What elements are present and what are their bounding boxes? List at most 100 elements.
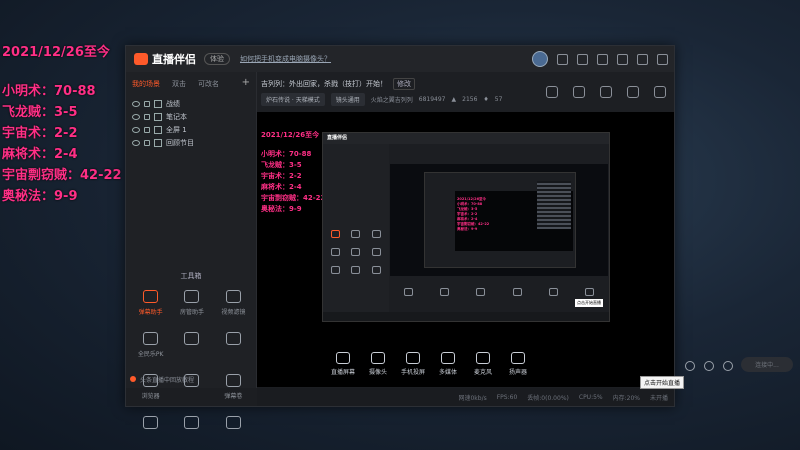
deep-recursion bbox=[537, 181, 571, 229]
sidebar-footer[interactable]: 头条直播中回放教程 bbox=[126, 370, 256, 388]
nested-line: 奥秘法：9-9 bbox=[261, 205, 302, 213]
start-live-button[interactable]: 连接中... bbox=[741, 357, 793, 372]
status-bar: 网速0kb/s FPS:60 丢帧:0(0.00%) CPU:5% 内存:20%… bbox=[257, 388, 674, 406]
memory-usage: 内存:20% bbox=[612, 394, 640, 402]
gear-icon[interactable] bbox=[723, 361, 733, 371]
bell-icon[interactable] bbox=[627, 86, 639, 98]
eye-icon[interactable] bbox=[132, 139, 140, 146]
tab-rename[interactable]: 可改名 bbox=[198, 79, 219, 89]
title-bar: 直播伴侣 体验 如何把手机变成电脑摄像头？ bbox=[126, 46, 674, 72]
lock-icon[interactable] bbox=[144, 139, 150, 146]
deep-app-capture: 2021/12/26至今 小明术：70-88 飞龙贼：3-5 宇宙术：2-2 麻… bbox=[424, 172, 576, 268]
tool-button[interactable] bbox=[213, 416, 254, 433]
category-pill[interactable]: 炉石传说 · 天梯模式 bbox=[261, 93, 325, 106]
eye-icon[interactable] bbox=[704, 361, 714, 371]
record-icon[interactable] bbox=[685, 361, 695, 371]
microphone-icon bbox=[476, 352, 490, 364]
phone-icon bbox=[406, 352, 420, 364]
add-scene-button[interactable]: + bbox=[242, 78, 250, 89]
shield-icon bbox=[143, 332, 159, 345]
nested-line: 宇宙剽窃贼：42-22 bbox=[261, 194, 326, 202]
tab-my-scenes[interactable]: 我的场景 bbox=[132, 79, 160, 89]
overlay-line: 宇宙术：2-2 bbox=[2, 126, 78, 141]
speaker-button[interactable]: 扬声器 bbox=[506, 352, 530, 376]
nested-line: 麻将术：2-4 bbox=[261, 183, 302, 191]
edit-title-button[interactable]: 修改 bbox=[393, 78, 415, 90]
lock-icon[interactable] bbox=[144, 100, 150, 107]
logo-icon bbox=[134, 53, 148, 65]
phone-cast-button[interactable]: 手机投屏 bbox=[401, 352, 425, 376]
list-item[interactable]: 全屏 1 bbox=[126, 123, 256, 136]
more-icon[interactable] bbox=[654, 86, 666, 98]
room-id: 6819497 bbox=[418, 96, 446, 103]
microphone-button[interactable]: 麦克风 bbox=[471, 352, 495, 376]
notice-link[interactable]: 如何把手机变成电脑摄像头？ bbox=[240, 54, 331, 64]
speaker-icon bbox=[511, 352, 525, 364]
screen-capture-button[interactable]: 直播屏幕 bbox=[331, 352, 355, 376]
settings-icon[interactable] bbox=[577, 53, 588, 65]
scene-list: 战绩 笔记本 全屏 1 回顾节目 bbox=[126, 97, 256, 149]
avatar[interactable] bbox=[532, 51, 548, 67]
nested-tool-icon bbox=[351, 266, 361, 274]
nested-tooltip: 点击开始直播 bbox=[575, 299, 603, 307]
lock-icon[interactable] bbox=[144, 126, 150, 133]
toolbox-title: 工具箱 bbox=[180, 272, 202, 280]
pk-button[interactable]: 全民乐PK bbox=[130, 332, 171, 358]
layout-icon[interactable] bbox=[546, 86, 558, 98]
camera-icon bbox=[371, 352, 385, 364]
nested-control-icon bbox=[403, 288, 413, 296]
tab-double-click[interactable]: 双击 bbox=[172, 79, 186, 89]
scene-label: 全屏 1 bbox=[166, 125, 187, 134]
scene-tabs: 我的场景 双击 可改名 + bbox=[126, 72, 256, 93]
room-admin-button[interactable]: 房管助手 bbox=[171, 290, 212, 316]
extra-controls bbox=[685, 361, 733, 371]
download-tool-button[interactable] bbox=[213, 332, 254, 358]
minimize-icon[interactable] bbox=[617, 53, 628, 65]
maximize-icon[interactable] bbox=[637, 53, 648, 65]
nested-sidebar bbox=[323, 144, 389, 312]
list-item[interactable]: 笔记本 bbox=[126, 110, 256, 123]
video-filter-button[interactable]: 视频滤镜 bbox=[213, 290, 254, 316]
nested-tools bbox=[325, 230, 387, 274]
tool-button[interactable] bbox=[171, 416, 212, 433]
app-name: 直播伴侣 bbox=[152, 53, 196, 66]
nested-title: 直播伴侣 bbox=[323, 133, 609, 144]
nested-date: 2021/12/26至今 bbox=[261, 131, 320, 139]
user-icon bbox=[184, 290, 200, 303]
list-item[interactable]: 回顾节目 bbox=[126, 136, 256, 149]
dropped-frames: 丢帧:0(0.00%) bbox=[527, 394, 569, 402]
eye-icon[interactable] bbox=[132, 100, 140, 107]
start-live-tooltip: 点击开始直播 bbox=[640, 376, 685, 389]
fullscreen-icon bbox=[154, 125, 162, 134]
lens-pill[interactable]: 镜头通用 bbox=[330, 93, 365, 106]
lock-icon[interactable] bbox=[573, 86, 585, 98]
nested-tool-icon bbox=[372, 248, 382, 256]
message-icon[interactable] bbox=[557, 53, 568, 65]
nested-control-icon bbox=[585, 288, 595, 296]
tool-button[interactable] bbox=[130, 416, 171, 433]
source-controls: 直播屏幕 摄像头 手机投屏 多媒体 麦克风 扬声器 bbox=[331, 352, 530, 376]
download-tool-button[interactable] bbox=[171, 332, 212, 358]
nested-app-capture: 直播伴侣 2021/12/26至今 小明术：70-88 飞龙贼：3-5 宇宙术：… bbox=[322, 132, 610, 322]
list-item[interactable]: 战绩 bbox=[126, 97, 256, 110]
deep-overlay: 2021/12/26至今 小明术：70-88 飞龙贼：3-5 宇宙术：2-2 麻… bbox=[457, 197, 489, 232]
eye-icon[interactable] bbox=[132, 126, 140, 133]
nested-preview: 2021/12/26至今 小明术：70-88 飞龙贼：3-5 宇宙术：2-2 麻… bbox=[390, 164, 608, 276]
danmaku-helper-button[interactable]: 弹幕助手 bbox=[130, 290, 171, 316]
like-icon: ♦ bbox=[483, 96, 489, 103]
menu-icon[interactable] bbox=[597, 53, 608, 65]
close-icon[interactable] bbox=[657, 53, 668, 65]
media-button[interactable]: 多媒体 bbox=[436, 352, 460, 376]
eye-icon[interactable] bbox=[132, 113, 140, 120]
version-badge[interactable]: 体验 bbox=[204, 53, 230, 65]
nested-tool-icon bbox=[330, 266, 340, 274]
stream-preview[interactable]: 2021/12/26至今 小明术：70-88 飞龙贼：3-5 宇宙术：2-2 麻… bbox=[257, 112, 674, 387]
camera-button[interactable]: 摄像头 bbox=[366, 352, 390, 376]
fire-icon: ▲ bbox=[451, 96, 457, 103]
lock-icon[interactable] bbox=[144, 113, 150, 120]
footer-link: 头条直播中回放教程 bbox=[140, 376, 195, 384]
download-icon bbox=[225, 332, 241, 345]
overlay-line: 飞龙贼：3-5 bbox=[2, 105, 78, 120]
nested-tool-icon bbox=[372, 230, 382, 238]
share-icon[interactable] bbox=[600, 86, 612, 98]
